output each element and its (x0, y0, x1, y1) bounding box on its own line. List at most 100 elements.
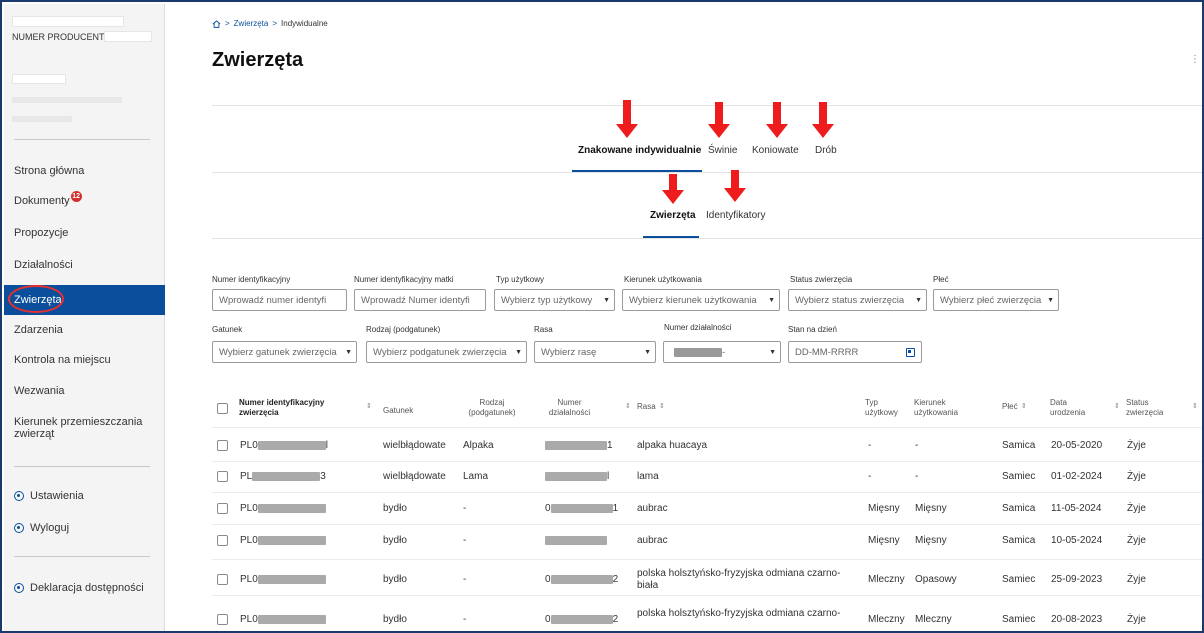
sidebar-item-inspection[interactable]: Kontrola na miejscu (4, 346, 165, 374)
chevron-down-icon: ▼ (603, 296, 610, 304)
status-select[interactable]: Wybierz status zwierzęcia ▼ (788, 289, 927, 311)
table-cell-rasa: aubrac (637, 535, 668, 546)
sidebar-item-label: Ustawienia (30, 490, 84, 502)
redacted-value (545, 471, 607, 481)
rasa-select[interactable]: Wybierz rasę ▼ (534, 341, 656, 363)
table-row-divider (212, 559, 1202, 560)
tab-koniowate[interactable]: Koniowate (752, 145, 799, 156)
sidebar-item-activities[interactable]: Działalności (4, 251, 165, 279)
redacted-value (674, 347, 722, 357)
kierunek-select[interactable]: Wybierz kierunek użytkowania ▼ (622, 289, 780, 311)
table-cell-plec: Samica (1002, 440, 1036, 451)
select-value: Wybierz status zwierzęcia (795, 294, 905, 306)
sidebar-item-settings[interactable]: Ustawienia (4, 482, 165, 510)
breadcrumb-link[interactable]: Zwierzęta (234, 19, 269, 28)
sort-icon[interactable]: ⇕ (1114, 402, 1120, 410)
table-cell-numer: PL0 (240, 535, 326, 547)
chevron-down-icon: ▼ (768, 296, 775, 304)
filter-label: Typ użytkowy (496, 275, 545, 284)
kebab-menu-icon[interactable]: ⋮ (1190, 54, 1200, 65)
row-checkbox[interactable] (217, 440, 228, 451)
column-header-status[interactable]: Status zwierzęcia (1126, 398, 1171, 418)
tab-znakowane[interactable]: Znakowane indywidualnie (578, 145, 701, 156)
sort-icon[interactable]: ⇕ (1021, 402, 1027, 410)
row-checkbox[interactable] (217, 614, 228, 625)
column-header-gatunek[interactable]: Gatunek (383, 406, 413, 416)
column-header-numer[interactable]: Numer identyfikacyjny zwierzęcia (239, 398, 344, 418)
table-cell-dzialalnosc: 02 (545, 574, 618, 586)
redacted-address-2 (12, 116, 72, 122)
sidebar-item-home[interactable]: Strona główna (4, 157, 165, 185)
redacted-address (12, 97, 122, 103)
stan-date-input[interactable]: DD-MM-RRRR (788, 341, 922, 363)
id-prefix: PL0 (240, 614, 258, 625)
numer-matki-input[interactable]: Wprowadź Numer identyfi (354, 289, 486, 311)
home-icon[interactable] (212, 19, 221, 28)
select-all-checkbox[interactable] (217, 403, 228, 414)
tab-identyfikatory[interactable]: Identyfikatory (706, 210, 765, 221)
sidebar-item-events[interactable]: Zdarzenia (4, 316, 165, 344)
sort-icon[interactable]: ⇕ (366, 402, 372, 410)
column-header-plec[interactable]: Płeć (1002, 402, 1018, 412)
redacted-value (545, 440, 607, 450)
row-checkbox[interactable] (217, 574, 228, 585)
numer-id-input[interactable]: Wprowadź numer identyfi (212, 289, 347, 311)
rodzaj-select[interactable]: Wybierz podgatunek zwierzęcia ▼ (366, 341, 527, 363)
sort-icon[interactable]: ⇕ (659, 402, 665, 410)
table-cell-typ: Mleczny (868, 614, 905, 625)
chevron-down-icon: ▼ (769, 348, 776, 356)
table-cell-status: Żyje (1127, 440, 1146, 451)
table-cell-rasa: alpaka huacaya (637, 440, 708, 451)
table-row-divider (212, 595, 1202, 596)
column-header-data[interactable]: Data urodzenia (1050, 398, 1098, 418)
table-cell-plec: Samiec (1002, 471, 1036, 482)
gatunek-select[interactable]: Wybierz gatunek zwierzęcia ▼ (212, 341, 357, 363)
sidebar-item-logout[interactable]: Wyloguj (4, 514, 165, 542)
sort-icon[interactable]: ⇕ (1192, 402, 1198, 410)
table-cell-dzialalnosc: l (545, 471, 609, 483)
plec-select[interactable]: Wybierz płeć zwierzęcia ▼ (933, 289, 1059, 311)
annotation-arrow (708, 102, 730, 140)
sort-icon[interactable]: ⇕ (625, 402, 631, 410)
table-cell-status: Żyje (1127, 471, 1146, 482)
table-cell-typ: - (868, 440, 872, 451)
sidebar-item-proposals[interactable]: Propozycje (4, 219, 165, 247)
column-header-rodzaj[interactable]: Rodzaj (podgatunek) (461, 398, 523, 418)
tab-zwierzeta[interactable]: Zwierzęta (650, 210, 696, 221)
table-cell-plec: Samica (1002, 503, 1036, 514)
tab-drob[interactable]: Drób (815, 145, 837, 156)
table-cell-typ: Mleczny (868, 574, 905, 585)
breadcrumb-separator: > (272, 19, 278, 28)
row-checkbox[interactable] (217, 503, 228, 514)
tab-swinie[interactable]: Świnie (708, 145, 737, 156)
sidebar-item-documents[interactable]: Dokumenty 12 (4, 187, 165, 215)
select-value: - (722, 346, 726, 358)
row-checkbox[interactable] (217, 535, 228, 546)
calendar-icon[interactable] (906, 347, 915, 357)
column-header-rasa[interactable]: Rasa (637, 402, 656, 412)
table-cell-status: Żyje (1127, 574, 1146, 585)
annotation-arrow (724, 170, 746, 204)
redacted-value (550, 503, 613, 513)
sidebar-item-summons[interactable]: Wezwania (4, 377, 165, 405)
table-header-divider (212, 427, 1202, 428)
table-cell-gatunek: bydło (383, 503, 407, 514)
annotation-arrow (662, 174, 684, 206)
date-placeholder: DD-MM-RRRR (795, 346, 859, 358)
sidebar-item-label: Propozycje (14, 227, 69, 239)
typ-select[interactable]: Wybierz typ użytkowy ▼ (494, 289, 615, 311)
table-cell-data: 20-05-2020 (1051, 440, 1103, 451)
column-header-dzialalnosc[interactable]: Numer działalności (542, 398, 597, 418)
column-header-typ[interactable]: Typ użytkowy (865, 398, 905, 418)
column-header-kierunek[interactable]: Kierunek użytkowania (914, 398, 976, 418)
sidebar-item-accessibility[interactable]: Deklaracja dostępności (4, 574, 165, 602)
sidebar-item-movement[interactable]: Kierunek przemieszczania zwierząt (4, 413, 165, 449)
table-cell-numer: PL0 (240, 614, 326, 626)
table-cell-rasa: polska holsztyńsko-fryzyjska odmiana cza… (637, 608, 841, 619)
row-checkbox[interactable] (217, 471, 228, 482)
filter-label: Status zwierzęcia (790, 275, 853, 284)
table-cell-kierunek: - (915, 471, 919, 482)
dz-suffix: l (607, 471, 610, 482)
filter-label: Numer działalności (664, 323, 732, 332)
dzialalnosc-select[interactable]: - ▼ (663, 341, 781, 363)
